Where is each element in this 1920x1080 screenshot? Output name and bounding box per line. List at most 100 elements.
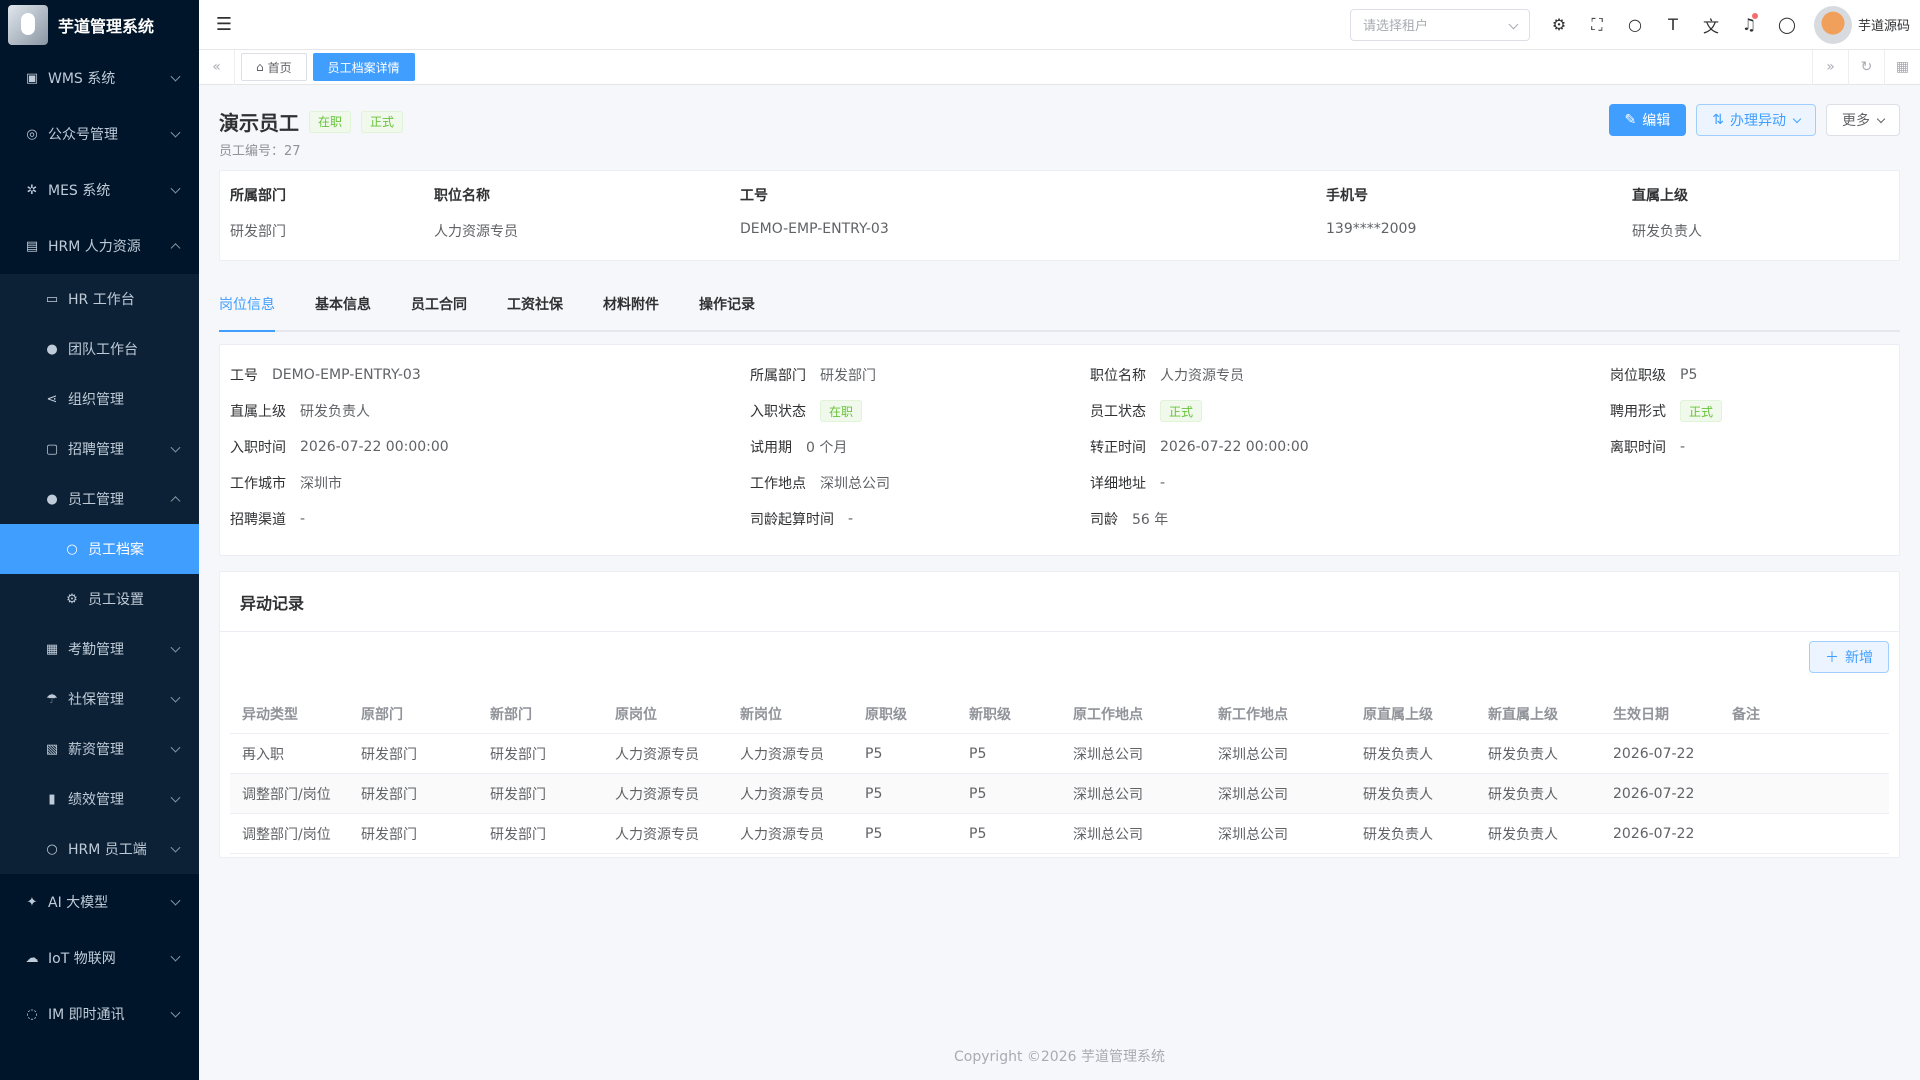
tab-basic-info[interactable]: 基本信息	[315, 294, 371, 314]
user-icon: ●	[46, 491, 58, 507]
chevron-down-icon	[170, 183, 181, 194]
logo[interactable]: 芋道管理系统	[0, 0, 199, 50]
summary-position: 职位名称 人力资源专员	[434, 188, 518, 240]
sidebar-item-performance[interactable]: ▮ 绩效管理	[0, 774, 199, 824]
user-icon: ●	[46, 341, 58, 357]
sidebar-item-employee-settings[interactable]: ⚙ 员工设置	[0, 574, 199, 624]
tab-operation-log[interactable]: 操作记录	[699, 294, 755, 314]
info-regular-time: 转正时间 2026-07-22 00:00:00	[1090, 439, 1309, 456]
info-leave-time: 离职时间 -	[1610, 439, 1686, 456]
add-record-button[interactable]: ＋新增	[1809, 641, 1889, 673]
column-header: 备注	[1732, 706, 1760, 723]
search-icon[interactable]: ○	[1616, 15, 1654, 34]
info-seniority: 司龄 56 年	[1090, 512, 1169, 528]
sidebar-item-mes[interactable]: ✲ MES 系统	[0, 162, 199, 218]
sidebar-item-mp[interactable]: ◎ 公众号管理	[0, 106, 199, 162]
detail-tabs: 岗位信息 基本信息 员工合同 工资社保 材料附件 操作记录	[219, 278, 1900, 332]
user-menu[interactable]: 芋道源码	[1813, 5, 1910, 44]
tag-employee-detail[interactable]: 员工档案详情	[312, 53, 415, 81]
sidebar-item-attendance[interactable]: ▦ 考勤管理	[0, 624, 199, 674]
hrm-submenu: ▭ HR 工作台 ● 团队工作台 ⋖ 组织管理 ▢ 招聘管理 ● 员工管理 ○ 员工档案 ⚙…	[0, 274, 199, 874]
info-employee-no: 工号 DEMO-EMP-ENTRY-03	[230, 367, 421, 384]
sidebar-item-employee-archive[interactable]: ○ 员工档案	[0, 524, 199, 574]
tab-position-info[interactable]: 岗位信息	[219, 294, 275, 314]
sidebar-item-recruit[interactable]: ▢ 招聘管理	[0, 424, 199, 474]
info-entry-time: 入职时间 2026-07-22 00:00:00	[230, 439, 449, 456]
tags-scroll-right-icon[interactable]: »	[1812, 49, 1848, 85]
sidebar-item-team-workbench[interactable]: ● 团队工作台	[0, 324, 199, 374]
briefcase-icon: ▢	[45, 441, 59, 457]
box-icon: ▣	[25, 70, 39, 86]
tags-scroll-left-icon[interactable]: «	[199, 49, 235, 85]
info-employee-status: 员工状态 正式	[1090, 400, 1203, 422]
column-header: 新岗位	[740, 706, 782, 723]
translate-icon[interactable]: 文	[1692, 13, 1730, 37]
header-actions: ✎ 编辑 ⇅ 办理异动 更多	[1599, 104, 1900, 136]
tab-attachments[interactable]: 材料附件	[603, 294, 659, 314]
sidebar-item-employee[interactable]: ● 员工管理	[0, 474, 199, 524]
page-title: 演示员工 在职 正式	[219, 107, 404, 136]
hamburger-icon[interactable]: ☰	[199, 14, 249, 35]
tab-contract[interactable]: 员工合同	[411, 294, 467, 314]
tags-tools: » ↻ ▦	[1812, 49, 1920, 85]
notification-dot	[1751, 13, 1758, 19]
summary-employee-no: 工号 DEMO-EMP-ENTRY-03	[740, 188, 889, 237]
chevron-up-icon	[170, 496, 181, 507]
chevron-down-icon	[1792, 114, 1802, 123]
monitor-icon: ▭	[45, 291, 59, 307]
column-header: 新部门	[490, 706, 532, 723]
cloud-icon: ☁	[25, 950, 39, 966]
sidebar-item-ai[interactable]: ✦ AI 大模型	[0, 874, 199, 930]
sidebar-item-iot[interactable]: ☁ IoT 物联网	[0, 930, 199, 986]
chevron-down-icon	[170, 692, 181, 703]
summary-card: 所属部门 研发部门 职位名称 人力资源专员 工号 DEMO-EMP-ENTRY-03 …	[219, 170, 1900, 261]
message-icon[interactable]: ◯	[1768, 15, 1806, 34]
column-header: 新工作地点	[1218, 706, 1288, 723]
chevron-down-icon	[170, 842, 181, 853]
type-badge: 正式	[361, 110, 404, 133]
avatar	[1813, 5, 1852, 44]
table-row[interactable]: 再入职 研发部门 研发部门 人力资源专员 人力资源专员 P5 P5 深圳总公司 …	[230, 734, 1889, 774]
chevron-up-icon	[170, 243, 181, 254]
edit-button[interactable]: ✎ 编辑	[1608, 104, 1687, 136]
refresh-icon[interactable]: ↻	[1848, 49, 1884, 85]
transfer-button[interactable]: ⇅ 办理异动	[1696, 104, 1816, 136]
main-content: 演示员工 在职 正式 员工编号：27 ✎ 编辑 ⇅ 办理异动 更多 所属部门 研发部门…	[199, 85, 1920, 1080]
records-title: 异动记录	[220, 572, 1899, 632]
summary-phone: 手机号 139****2009	[1326, 188, 1417, 237]
table-row[interactable]: 调整部门/岗位 研发部门 研发部门 人力资源专员 人力资源专员 P5 P5 深圳…	[230, 814, 1889, 854]
position-info-card: 工号 DEMO-EMP-ENTRY-03 所属部门 研发部门 职位名称 人力资源专员 …	[219, 344, 1900, 556]
table-row[interactable]: 调整部门/岗位 研发部门 研发部门 人力资源专员 人力资源专员 P5 P5 深圳…	[230, 774, 1889, 814]
grid-icon[interactable]: ▦	[1884, 49, 1920, 85]
sidebar-item-org[interactable]: ⋖ 组织管理	[0, 374, 199, 424]
sidebar-item-hrm[interactable]: ▤ HRM 人力资源	[0, 218, 199, 274]
column-header: 生效日期	[1613, 706, 1669, 723]
employee-header: 演示员工 在职 正式 员工编号：27 ✎ 编辑 ⇅ 办理异动 更多	[219, 85, 1900, 170]
chevron-down-icon	[170, 742, 181, 753]
info-recruit-channel: 招聘渠道 -	[230, 511, 306, 528]
user-outline-icon: ○	[66, 541, 78, 557]
font-size-icon[interactable]: T	[1654, 15, 1692, 34]
chevron-down-icon	[1876, 114, 1886, 123]
sidebar-item-hr-workbench[interactable]: ▭ HR 工作台	[0, 274, 199, 324]
fullscreen-icon[interactable]: ⛶	[1578, 15, 1616, 35]
tag-home[interactable]: ⌂ 首页	[241, 53, 307, 81]
sidebar-item-salary[interactable]: ▧ 薪资管理	[0, 724, 199, 774]
tab-salary-social[interactable]: 工资社保	[507, 294, 563, 314]
info-entry-status: 入职状态 在职	[750, 400, 863, 422]
info-work-location: 工作地点 深圳总公司	[750, 476, 890, 492]
plus-icon: ＋	[1825, 650, 1839, 666]
sidebar-item-social-security[interactable]: ☂ 社保管理	[0, 674, 199, 724]
settings-icon[interactable]: ⚙	[1540, 15, 1578, 34]
tenant-select[interactable]: 请选择租户	[1349, 8, 1530, 41]
sidebar-item-wms[interactable]: ▣ WMS 系统	[0, 50, 199, 106]
logo-image	[8, 5, 48, 45]
chevron-down-icon	[170, 895, 181, 906]
tags-bar: « ⌂ 首页 员工档案详情 » ↻ ▦	[199, 49, 1920, 85]
chevron-down-icon	[170, 1007, 181, 1018]
sidebar-item-im[interactable]: ◌ IM 即时通讯	[0, 986, 199, 1042]
sidebar-item-hrm-employee-portal[interactable]: ○ HRM 员工端	[0, 824, 199, 874]
bell-icon[interactable]: ♫	[1730, 13, 1768, 34]
column-header: 原工作地点	[1073, 706, 1143, 723]
more-button[interactable]: 更多	[1826, 104, 1900, 136]
